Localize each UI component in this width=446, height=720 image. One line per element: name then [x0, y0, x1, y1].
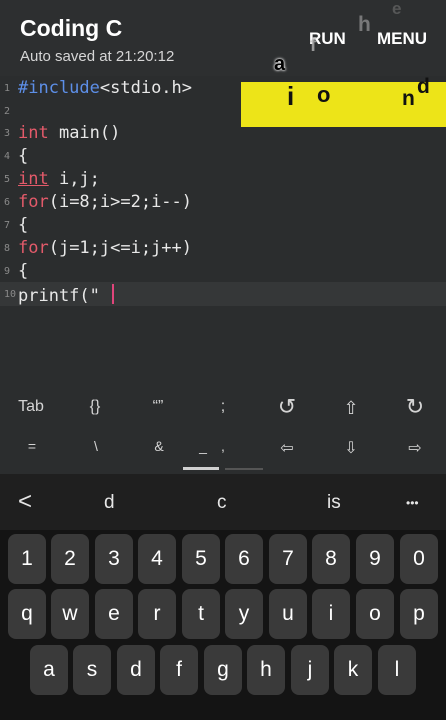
code-text: { — [18, 215, 29, 235]
ampersand-key[interactable]: & — [139, 438, 179, 454]
overlay-letter: f — [310, 35, 317, 56]
key-s[interactable]: s — [73, 645, 111, 695]
code-text: <stdio.h> — [99, 78, 193, 98]
suggestion-item[interactable]: d — [104, 492, 115, 514]
key-u[interactable]: u — [269, 589, 307, 639]
code-text: (i=8;i>=2;i--) — [48, 192, 193, 212]
code-text: { — [18, 146, 29, 166]
code-text: main() — [48, 123, 121, 143]
backslash-key[interactable]: \ — [76, 438, 116, 454]
suggestion-item[interactable]: c — [217, 492, 227, 514]
overlay-letter: o — [317, 82, 331, 107]
tab-key[interactable]: Tab — [11, 398, 51, 416]
key-e[interactable]: e — [95, 589, 133, 639]
code-line[interactable]: 6 for(i=8;i>=2;i--) — [0, 192, 446, 215]
back-icon[interactable]: < — [18, 488, 32, 516]
overlay-letter: e — [392, 0, 402, 18]
code-text: (j=1;j<=i;j++) — [48, 238, 193, 258]
line-number: 4 — [4, 151, 11, 162]
key-r[interactable]: r — [138, 589, 176, 639]
suggestion-bar: < d c is ••• — [0, 474, 446, 530]
key-f[interactable]: f — [160, 645, 198, 695]
line-number: 3 — [4, 128, 11, 139]
line-number: 2 — [4, 106, 11, 117]
menu-button[interactable]: MENU — [377, 29, 427, 49]
key-i[interactable]: i — [312, 589, 350, 639]
comma-key[interactable]: , — [203, 438, 243, 454]
line-number: 9 — [4, 266, 11, 277]
line-number: 10 — [4, 289, 17, 300]
suggestion-item[interactable]: is — [327, 492, 341, 514]
code-keyword: #include — [18, 78, 100, 98]
autosave-status: Auto saved at 21:20:12 — [20, 48, 175, 65]
code-keyword: int — [18, 123, 49, 143]
line-number: 7 — [4, 220, 11, 231]
code-line-current[interactable]: 10 printf(" — [0, 284, 446, 307]
code-line[interactable]: 4 { — [0, 146, 446, 169]
semicolon-key[interactable]: ; — [203, 398, 243, 416]
page-indicator — [225, 468, 263, 470]
more-icon[interactable]: ••• — [406, 496, 419, 510]
key-0[interactable]: 0 — [400, 534, 438, 584]
key-h[interactable]: h — [247, 645, 285, 695]
key-y[interactable]: y — [225, 589, 263, 639]
arrow-right-icon[interactable]: ⇨ — [395, 438, 435, 458]
line-number: 8 — [4, 243, 11, 254]
key-5[interactable]: 5 — [182, 534, 220, 584]
code-keyword: int — [18, 169, 49, 189]
arrow-left-icon[interactable]: ⇦ — [267, 438, 307, 458]
overlay-letter: d — [417, 75, 430, 98]
quotes-key[interactable]: “” — [138, 398, 178, 416]
undo-icon[interactable]: ↺ — [267, 394, 307, 420]
page-indicator-active — [183, 467, 219, 470]
code-line[interactable]: 5 int i,j; — [0, 169, 446, 192]
overlay-banner — [241, 82, 446, 127]
key-o[interactable]: o — [356, 589, 394, 639]
code-text: { — [18, 261, 29, 281]
code-line[interactable]: 7 { — [0, 215, 446, 238]
key-4[interactable]: 4 — [138, 534, 176, 584]
key-6[interactable]: 6 — [225, 534, 263, 584]
key-9[interactable]: 9 — [356, 534, 394, 584]
redo-icon[interactable]: ↻ — [395, 394, 435, 420]
shift-up-icon[interactable]: ⇧ — [331, 398, 371, 419]
line-number: 5 — [4, 174, 11, 185]
key-1[interactable]: 1 — [8, 534, 46, 584]
key-t[interactable]: t — [182, 589, 220, 639]
key-7[interactable]: 7 — [269, 534, 307, 584]
key-d[interactable]: d — [117, 645, 155, 695]
key-p[interactable]: p — [400, 589, 438, 639]
code-keyword: for — [18, 192, 49, 212]
code-keyword: for — [18, 238, 49, 258]
overlay-letter: n — [402, 87, 415, 110]
code-text: printf(" — [18, 286, 111, 306]
key-j[interactable]: j — [291, 645, 329, 695]
key-8[interactable]: 8 — [312, 534, 350, 584]
key-2[interactable]: 2 — [51, 534, 89, 584]
soft-keyboard: 1 2 3 4 5 6 7 8 9 0 q w e r t y u i o p … — [0, 530, 446, 720]
overlay-letter: h — [358, 13, 371, 36]
line-number: 1 — [4, 83, 11, 94]
overlay-letter: i — [287, 81, 295, 111]
app-header: Coding C Auto saved at 21:20:12 RUN MENU — [0, 0, 446, 76]
page-title: Coding C — [20, 15, 123, 41]
key-g[interactable]: g — [204, 645, 242, 695]
overlay-letter: a — [274, 53, 286, 75]
line-number: 6 — [4, 197, 11, 208]
key-k[interactable]: k — [334, 645, 372, 695]
braces-key[interactable]: {} — [75, 398, 115, 416]
key-3[interactable]: 3 — [95, 534, 133, 584]
text-cursor — [112, 284, 115, 304]
symbol-bar: Tab {} “” ; ↺ ⇧ ↻ = \ & _ , ⇦ ⇩ ⇨ — [0, 388, 446, 474]
code-text: i,j; — [48, 169, 100, 189]
key-q[interactable]: q — [8, 589, 46, 639]
key-w[interactable]: w — [51, 589, 89, 639]
key-a[interactable]: a — [30, 645, 68, 695]
key-l[interactable]: l — [378, 645, 416, 695]
equals-key[interactable]: = — [12, 438, 52, 454]
arrow-down-icon[interactable]: ⇩ — [331, 438, 371, 458]
code-line[interactable]: 8 for(j=1;j<=i;j++) — [0, 238, 446, 261]
code-line[interactable]: 9 { — [0, 261, 446, 284]
